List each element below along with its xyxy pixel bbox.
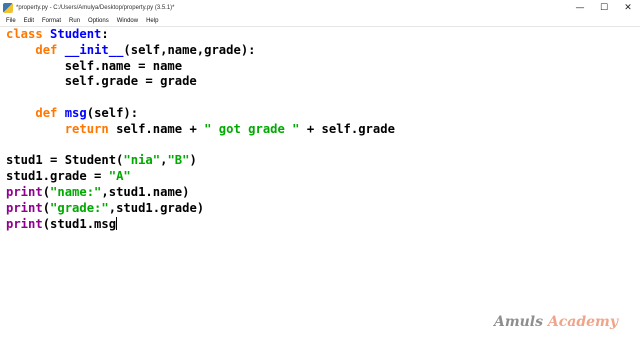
menu-options[interactable]: Options bbox=[88, 18, 109, 24]
keyword: return bbox=[64, 121, 109, 136]
code-text: self.name + bbox=[108, 121, 205, 136]
code-text: ) bbox=[189, 153, 197, 168]
builtin-function: print bbox=[6, 184, 43, 199]
builtin-function: print bbox=[6, 216, 43, 231]
function-name: __init__ bbox=[64, 42, 124, 57]
code-line: print(stud1.msg bbox=[6, 216, 634, 233]
code-line: class Student: bbox=[6, 27, 634, 43]
code-line: def msg(self): bbox=[6, 106, 634, 122]
menu-edit[interactable]: Edit bbox=[24, 18, 34, 24]
menu-window[interactable]: Window bbox=[117, 18, 138, 24]
code-line: stud1.grade = "A" bbox=[6, 169, 634, 185]
code-line: print("grade:",stud1.grade) bbox=[6, 201, 634, 217]
code-text: stud1.grade = bbox=[6, 169, 109, 184]
string-literal: "grade:" bbox=[50, 200, 109, 215]
code-text: (self): bbox=[86, 105, 139, 120]
string-literal: "A" bbox=[108, 169, 131, 184]
code-text: ,stud1.name) bbox=[101, 184, 190, 199]
string-literal: "nia" bbox=[123, 153, 161, 168]
menu-file[interactable]: File bbox=[6, 18, 16, 24]
watermark-accent-text: Academy bbox=[547, 314, 618, 330]
window-title: *property.py - C:/Users/Amulya/Desktop/p… bbox=[16, 4, 175, 11]
window-controls: — ☐ ✕ bbox=[568, 0, 640, 15]
code-line: return self.name + " got grade " + self.… bbox=[6, 122, 634, 138]
builtin-function: print bbox=[6, 200, 43, 215]
string-literal: "B" bbox=[167, 153, 190, 168]
code-text: ,stud1.grade) bbox=[108, 200, 205, 215]
title-bar: *property.py - C:/Users/Amulya/Desktop/p… bbox=[0, 0, 640, 15]
menu-bar: File Edit Format Run Options Window Help bbox=[0, 15, 640, 27]
menu-run[interactable]: Run bbox=[69, 18, 80, 24]
watermark-logo: Amuls Academy bbox=[494, 314, 618, 330]
code-line: self.name = name bbox=[6, 58, 183, 73]
code-text: stud1 = Student( bbox=[6, 153, 124, 168]
string-literal: "name:" bbox=[50, 184, 102, 199]
code-text: (stud1.msg bbox=[42, 216, 117, 231]
keyword: def bbox=[35, 42, 58, 57]
watermark-text: Amuls bbox=[493, 314, 548, 330]
code-line: stud1 = Student("nia","B") bbox=[6, 153, 634, 169]
minimize-button[interactable]: — bbox=[568, 0, 592, 15]
close-button[interactable]: ✕ bbox=[616, 0, 640, 15]
keyword: def bbox=[35, 105, 58, 120]
text-cursor bbox=[116, 216, 118, 230]
menu-format[interactable]: Format bbox=[42, 18, 61, 24]
code-text: : bbox=[101, 27, 109, 41]
keyword: class bbox=[6, 27, 43, 41]
function-name: msg bbox=[64, 105, 87, 120]
code-line: def __init__(self,name,grade): bbox=[6, 43, 634, 59]
maximize-button[interactable]: ☐ bbox=[592, 0, 616, 15]
string-literal: " got grade " bbox=[204, 121, 300, 136]
code-editor[interactable]: class Student: def __init__(self,name,gr… bbox=[6, 27, 634, 322]
code-line: print("name:",stud1.name) bbox=[6, 185, 634, 201]
code-text: (self,name,grade): bbox=[123, 42, 256, 57]
code-text: + self.grade bbox=[299, 121, 395, 136]
menu-help[interactable]: Help bbox=[146, 18, 158, 24]
code-text: ( bbox=[42, 184, 51, 199]
code-text: ( bbox=[42, 200, 51, 215]
code-line: self.grade = grade bbox=[6, 74, 197, 89]
python-app-icon bbox=[3, 2, 13, 13]
class-name: Student bbox=[50, 27, 102, 41]
